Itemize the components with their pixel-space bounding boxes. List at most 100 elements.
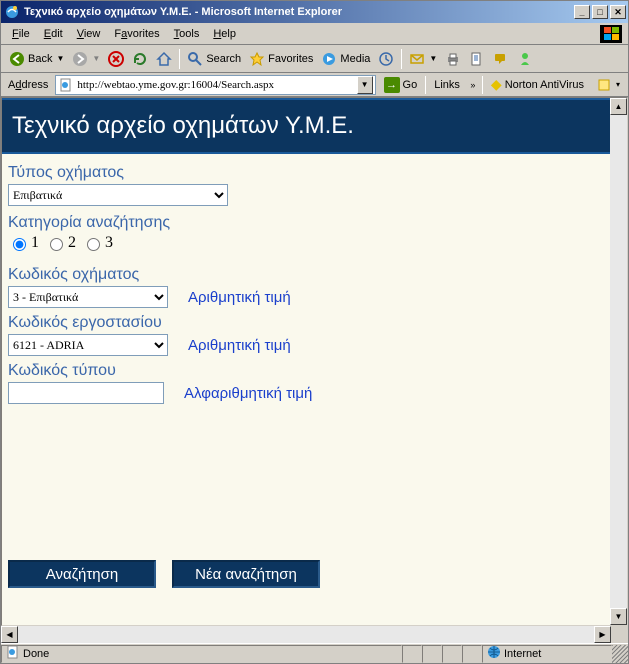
vehicle-type-select[interactable]: Επιβατικά [8,184,228,206]
page-icon [58,77,74,93]
scroll-left-icon[interactable]: ◀ [1,626,18,643]
type-code-label: Κωδικός τύπου [8,362,604,380]
scroll-track[interactable] [610,115,627,608]
status-page-icon [6,645,20,662]
go-button[interactable]: → Go [380,77,422,93]
radio-2[interactable]: 2 [45,234,76,252]
status-zone: Internet [482,645,612,663]
media-label: Media [340,53,370,65]
maximize-button[interactable]: □ [592,5,608,19]
messenger-button[interactable] [513,48,537,70]
content-wrap: Τεχνικό αρχείο οχημάτων Υ.Μ.Ε. Τύπος οχή… [1,97,628,626]
discuss-icon [493,51,509,67]
horizontal-scrollbar-wrap: ◀ ▶ [1,626,628,643]
media-button[interactable]: Media [317,48,374,70]
menu-edit[interactable]: Edit [37,26,70,42]
vehicle-code-hint: Αριθμητική τιμή [188,289,291,306]
type-code-hint: Αλφαριθμητική τιμή [184,385,312,402]
window-title: Τεχνικό αρχείο οχημάτων Υ.Μ.Ε. - Microso… [24,6,574,18]
norton-extra-button[interactable]: ▾ [592,74,624,96]
favorites-button[interactable]: Favorites [245,48,317,70]
home-icon [156,51,172,67]
home-button[interactable] [152,48,176,70]
page-content: Τεχνικό αρχείο οχημάτων Υ.Μ.Ε. Τύπος οχή… [2,98,610,625]
address-box: ▼ [55,75,375,95]
type-code-input[interactable] [8,382,164,404]
vertical-scrollbar[interactable]: ▲ ▼ [610,98,627,625]
horizontal-scrollbar[interactable]: ◀ ▶ [1,626,611,643]
new-search-button[interactable]: Νέα αναζήτηση [172,560,320,588]
vehicle-code-select[interactable]: 3 - Επιβατικά [8,286,168,308]
stop-button[interactable] [104,48,128,70]
go-icon: → [384,77,400,93]
resize-grip[interactable] [612,645,628,663]
search-button-submit[interactable]: Αναζήτηση [8,560,156,588]
factory-code-select[interactable]: 6121 - ADRIA [8,334,168,356]
discuss-button[interactable] [489,48,513,70]
forward-button[interactable]: ▼ [68,48,104,70]
refresh-icon [132,51,148,67]
forward-dropdown-icon[interactable]: ▼ [92,54,100,63]
history-button[interactable] [374,48,398,70]
ie-icon [4,4,20,20]
menu-help[interactable]: Help [206,26,243,42]
radio-3-input[interactable] [87,238,100,251]
radio-2-input[interactable] [50,238,63,251]
favorites-label: Favorites [268,53,313,65]
media-icon [321,51,337,67]
mail-button[interactable]: ▼ [405,48,441,70]
address-input[interactable] [77,79,356,91]
address-bar: Address ▼ → Go Links » ◆ Norton AntiViru… [1,73,628,97]
zone-text: Internet [504,648,541,660]
status-cell-1 [402,645,422,663]
search-category-radios: 1 2 3 [8,234,604,252]
favorites-icon [249,51,265,67]
norton-extra-dropdown-icon[interactable]: ▾ [616,80,620,89]
menubar: File Edit View Favorites Tools Help [1,23,628,45]
search-button[interactable]: Search [183,48,245,70]
norton-icon: ◆ [491,76,502,93]
address-label: Address [5,79,51,91]
minimize-button[interactable]: _ [574,5,590,19]
back-label: Back [28,53,52,65]
mail-dropdown-icon[interactable]: ▼ [429,54,437,63]
search-label: Search [206,53,241,65]
address-dropdown-icon[interactable]: ▼ [357,76,373,94]
scroll-up-icon[interactable]: ▲ [610,98,627,115]
menu-file[interactable]: File [5,26,37,42]
mail-icon [409,51,425,67]
search-form: Τύπος οχήματος Επιβατικά Κατηγορία αναζή… [2,154,610,614]
menu-tools[interactable]: Tools [167,26,207,42]
radio-1-input[interactable] [13,238,26,251]
links-label[interactable]: Links [430,79,464,91]
scroll-down-icon[interactable]: ▼ [610,608,627,625]
back-dropdown-icon[interactable]: ▼ [56,54,64,63]
edit-icon [469,51,485,67]
menu-view[interactable]: View [70,26,108,42]
search-category-label: Κατηγορία αναζήτησης [8,214,604,232]
browser-window: Τεχνικό αρχείο οχημάτων Υ.Μ.Ε. - Microso… [0,0,629,664]
norton-button[interactable]: ◆ Norton AntiVirus [487,76,588,93]
scroll-corner [611,626,628,643]
close-button[interactable]: ✕ [610,5,626,19]
hscroll-track[interactable] [18,626,594,643]
forward-icon [72,51,88,67]
norton-extra-icon [596,77,612,93]
radio-1[interactable]: 1 [8,234,39,252]
status-cell-3 [442,645,462,663]
search-icon [187,51,203,67]
menu-favorites[interactable]: Favorites [107,26,166,42]
windows-flag-icon [600,25,622,43]
edit-button[interactable] [465,48,489,70]
status-cell-2 [422,645,442,663]
print-button[interactable] [441,48,465,70]
factory-code-hint: Αριθμητική τιμή [188,337,291,354]
navigation-toolbar: Back ▼ ▼ Search Favorites Media [1,45,628,73]
refresh-button[interactable] [128,48,152,70]
messenger-icon [517,51,533,67]
print-icon [445,51,461,67]
links-chevron-icon[interactable]: » [468,80,478,90]
radio-3[interactable]: 3 [82,234,113,252]
scroll-right-icon[interactable]: ▶ [594,626,611,643]
back-button[interactable]: Back ▼ [5,48,68,70]
